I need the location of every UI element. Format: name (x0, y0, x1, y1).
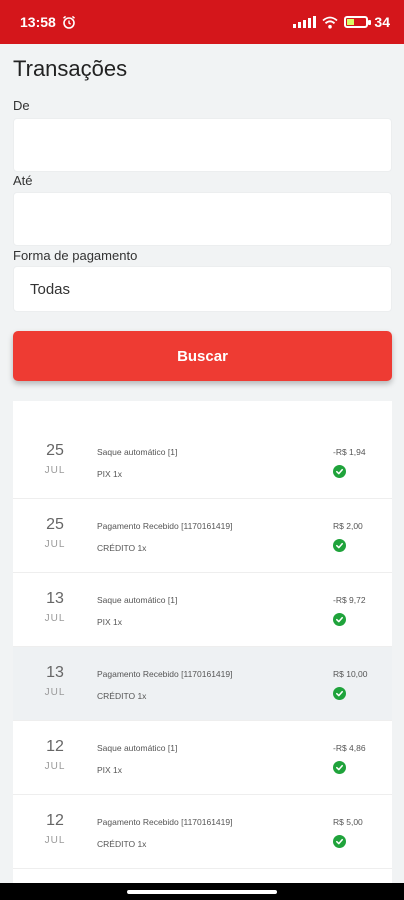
battery-percent: 34 (374, 14, 390, 30)
check-circle-icon (333, 761, 346, 774)
transaction-month: JUL (44, 539, 66, 550)
system-navigation-bar (0, 883, 404, 900)
signal-icon (293, 16, 317, 28)
wifi-icon (322, 16, 339, 28)
transaction-description: Saque automático [1] (97, 447, 178, 457)
transaction-row[interactable]: 13 JUL Pagamento Recebido [1170161419] C… (13, 647, 392, 721)
page-title: Transações (13, 56, 128, 81)
transaction-row[interactable]: 13 JUL Saque automático [1] PIX 1x -R$ 9… (13, 573, 392, 647)
transaction-month: JUL (44, 687, 66, 698)
search-button[interactable]: Buscar (13, 331, 392, 381)
payment-method-label: Forma de pagamento (13, 248, 138, 263)
transaction-month: JUL (44, 835, 66, 846)
transaction-amount: R$ 10,00 (333, 669, 368, 679)
transaction-description: Pagamento Recebido [1170161419] (97, 669, 233, 679)
check-circle-icon (333, 613, 346, 626)
check-circle-icon (333, 465, 346, 478)
transaction-row[interactable]: 25 JUL Saque automático [1] PIX 1x -R$ 1… (13, 425, 392, 499)
transaction-amount: R$ 5,00 (333, 817, 363, 827)
transaction-month: JUL (44, 761, 66, 772)
from-date-field[interactable] (13, 118, 392, 172)
transaction-description: Saque automático [1] (97, 595, 178, 605)
from-label: De (13, 98, 30, 113)
transaction-amount: -R$ 9,72 (333, 595, 366, 605)
transaction-month: JUL (44, 613, 66, 624)
from-date-input[interactable] (14, 119, 391, 171)
transaction-day: 25 (46, 442, 64, 459)
to-date-input[interactable] (14, 193, 391, 245)
transaction-row[interactable]: 12 JUL Pagamento Recebido [1170161419] C… (13, 795, 392, 869)
to-date-field[interactable] (13, 192, 392, 246)
transaction-row[interactable]: 25 JUL Pagamento Recebido [1170161419] C… (13, 499, 392, 573)
status-bar: 13:58 34 (0, 0, 404, 44)
transaction-description: Pagamento Recebido [1170161419] (97, 817, 233, 827)
battery-icon (344, 16, 372, 28)
transaction-amount: R$ 2,00 (333, 521, 363, 531)
transaction-amount: -R$ 4,86 (333, 743, 366, 753)
transaction-method: CRÉDITO 1x (97, 543, 147, 553)
transaction-day: 13 (46, 664, 64, 681)
check-circle-icon (333, 835, 346, 848)
check-circle-icon (333, 539, 346, 552)
payment-method-select[interactable]: Todas (13, 266, 392, 312)
transaction-method: CRÉDITO 1x (97, 839, 147, 849)
transaction-method: PIX 1x (97, 765, 123, 775)
transaction-amount: -R$ 1,94 (333, 447, 366, 457)
status-time: 13:58 (20, 14, 56, 30)
to-label: Até (13, 173, 33, 188)
transaction-day: 12 (46, 812, 64, 829)
transaction-method: CRÉDITO 1x (97, 691, 147, 701)
transaction-description: Pagamento Recebido [1170161419] (97, 521, 233, 531)
transaction-method: PIX 1x (97, 469, 123, 479)
transaction-description: Saque automático [1] (97, 743, 178, 753)
transaction-list[interactable]: 25 JUL Saque automático [1] PIX 1x -R$ 1… (13, 401, 392, 891)
transaction-month: JUL (44, 465, 66, 476)
transaction-method: PIX 1x (97, 617, 123, 627)
transaction-day: 13 (46, 590, 64, 607)
alarm-icon (62, 15, 75, 29)
transaction-day: 25 (46, 516, 64, 533)
check-circle-icon (333, 687, 346, 700)
transaction-day: 12 (46, 738, 64, 755)
payment-method-value: Todas (30, 280, 71, 298)
transaction-row[interactable]: 12 JUL Saque automático [1] PIX 1x -R$ 4… (13, 721, 392, 795)
home-gesture-handle[interactable] (127, 890, 277, 894)
